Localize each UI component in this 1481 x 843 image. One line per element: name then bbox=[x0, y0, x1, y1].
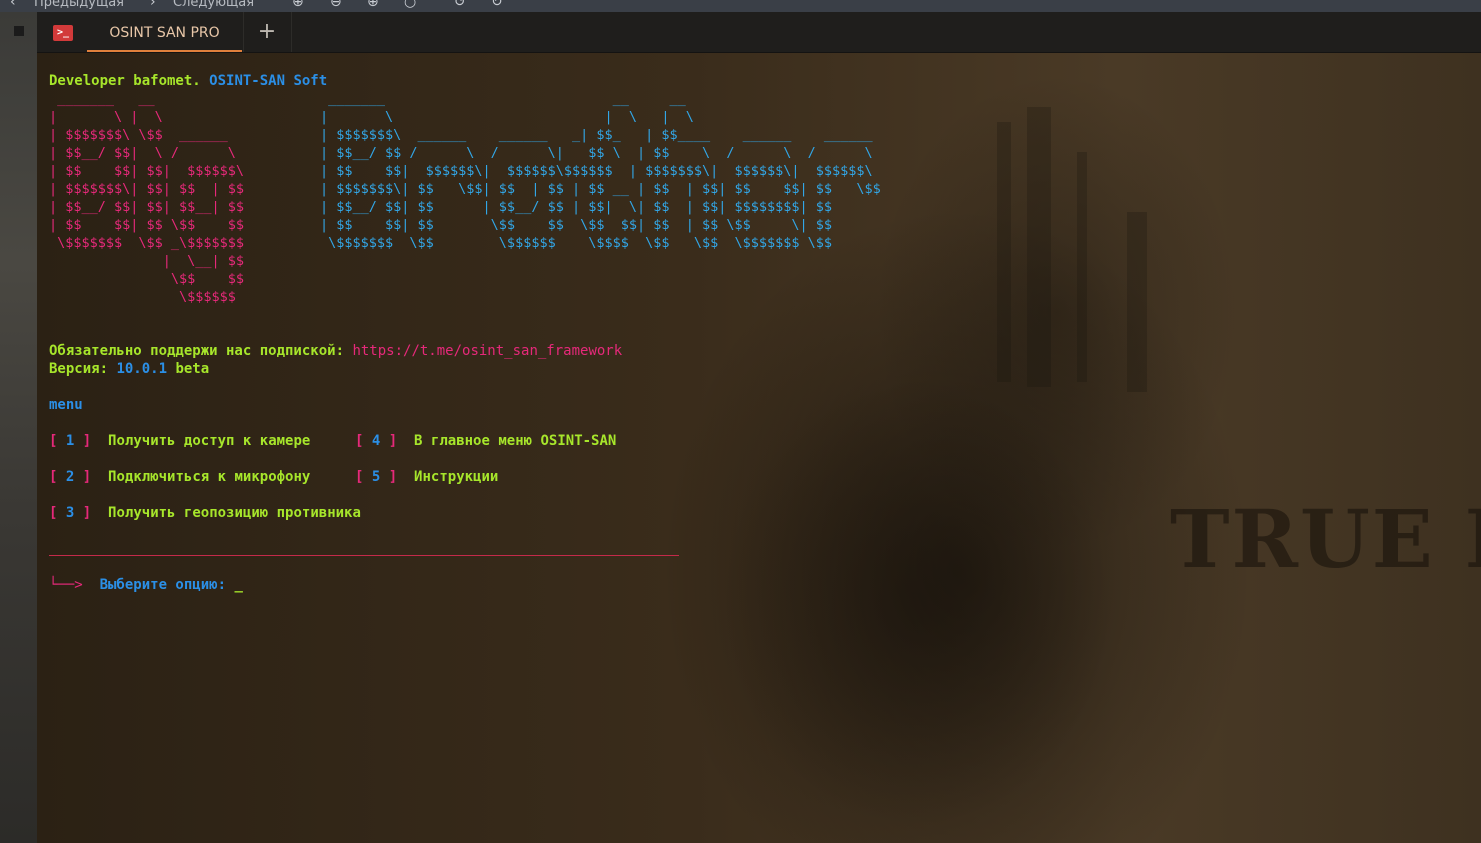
ascii-art-line: | $$__/ $$| \ / \ bbox=[49, 145, 236, 161]
menu-item-3[interactable]: [ 3 ] Получить геопозицию противника bbox=[49, 504, 361, 522]
ascii-art-line: _______ __ bbox=[49, 91, 155, 107]
ascii-art-line: | $$ $$| $$ \$$ $$ \$$ $$| $$ | $$ \$$ \… bbox=[320, 217, 833, 233]
ascii-art-line: | $$__/ $$ / \ / \| $$ \ | $$ \ / \ / \ bbox=[320, 145, 873, 161]
menu-divider bbox=[49, 555, 679, 556]
ascii-art-line: | $$$$$$$\ \$$ ______ bbox=[49, 127, 228, 143]
menu-title: menu bbox=[49, 397, 83, 413]
text-cursor[interactable]: _ bbox=[234, 577, 242, 593]
ascii-art-line: | $$ $$| $$| $$$$$$\ bbox=[49, 163, 245, 179]
version-number: 10.0.1 bbox=[116, 361, 168, 377]
support-colon: : bbox=[335, 343, 353, 359]
tab-bar: >_ OSINT SAN PRO + bbox=[37, 12, 1481, 53]
version-label: Версия: bbox=[49, 361, 117, 377]
menu-item-number: 2 bbox=[65, 469, 75, 485]
version-line: Версия: 10.0.1 beta bbox=[49, 360, 209, 378]
prompt-label: Выберите опцию: bbox=[99, 577, 227, 593]
ascii-art-line: | $$$$$$$\ ______ ______ _| $$_ | $$____… bbox=[320, 127, 873, 143]
tab-divider bbox=[243, 12, 244, 52]
menu-item-number: 1 bbox=[65, 433, 75, 449]
viewer-toolbar: ‹ Предыдущая › Следующая ⊕ ⊖ ⊕ ○ ↺ ↻ bbox=[0, 0, 1481, 12]
menu-item-number: 5 bbox=[371, 469, 381, 485]
tab-divider bbox=[291, 12, 292, 52]
bracket-close: ] bbox=[388, 469, 398, 485]
version-suffix: beta bbox=[167, 361, 210, 377]
menu-item-label: Инструкции bbox=[414, 469, 499, 485]
ascii-art-line: | $$ $$| $$$$$$\| $$$$$$\$$$$$$ | $$$$$$… bbox=[320, 163, 873, 179]
ascii-art-line: \$$$$$$$ \$$ _\$$$$$$$ bbox=[49, 235, 245, 251]
ascii-art-line: _______ __ __ bbox=[320, 91, 686, 107]
ascii-art-line: \$$$$$$$ \$$ \$$$$$$ \$$$$ \$$ \$$ \$$$$… bbox=[320, 235, 833, 251]
soft-label: OSINT-SAN Soft bbox=[209, 73, 328, 89]
background-portrait bbox=[637, 342, 1197, 843]
new-tab-button[interactable]: + bbox=[247, 12, 287, 52]
input-prompt[interactable]: └──> Выберите опцию: _ bbox=[49, 576, 243, 594]
support-line: Обязательно поддержи нас подпиской: http… bbox=[49, 342, 622, 360]
terminal-icon[interactable]: >_ bbox=[53, 25, 73, 41]
tab-osint-san-pro[interactable]: OSINT SAN PRO bbox=[87, 12, 242, 52]
bracket-close: ] bbox=[388, 433, 398, 449]
bracket-open: [ bbox=[49, 469, 58, 485]
ascii-art-line: | \__| $$ bbox=[49, 253, 245, 269]
menu-item-label: Получить доступ к камере bbox=[108, 433, 311, 449]
header-line: Developer bafomet. OSINT-SAN Soft bbox=[49, 72, 327, 90]
bracket-open: [ bbox=[49, 505, 58, 521]
ascii-art-line: | \ | \ bbox=[49, 109, 163, 125]
prompt-arrow: └──> bbox=[49, 577, 83, 593]
background-text: TRUE DE bbox=[1170, 492, 1481, 586]
menu-item-label: В главное меню OSINT-SAN bbox=[414, 433, 617, 449]
prev-button[interactable]: Предыдущая bbox=[34, 0, 124, 10]
menu-item-1[interactable]: [ 1 ] Получить доступ к камере bbox=[49, 432, 310, 450]
zoom-reset-icon[interactable]: ○ bbox=[404, 0, 416, 10]
bracket-close: ] bbox=[82, 469, 92, 485]
menu-item-label: Получить геопозицию противника bbox=[108, 505, 361, 521]
terminal-window[interactable]: TRUE DE >_ OSINT SAN PRO + Developer baf… bbox=[37, 12, 1481, 843]
ascii-art-line: \$$$$$$ bbox=[49, 289, 236, 305]
menu-item-5[interactable]: [ 5 ] Инструкции bbox=[355, 468, 498, 486]
bracket-open: [ bbox=[355, 469, 364, 485]
ascii-art-line: \$$ $$ bbox=[49, 271, 245, 287]
menu-item-2[interactable]: [ 2 ] Подключиться к микрофону bbox=[49, 468, 310, 486]
zoom-out-icon[interactable]: ⊖ bbox=[330, 0, 342, 10]
ascii-art-line: | $$ $$| $$ \$$ $$ bbox=[49, 217, 245, 233]
menu-item-number: 4 bbox=[371, 433, 381, 449]
left-gutter bbox=[0, 12, 37, 843]
ascii-art-line: | $$__/ $$| $$| $$__| $$ bbox=[49, 199, 245, 215]
developer-label: Developer bafomet. bbox=[49, 73, 210, 89]
bracket-close: ] bbox=[82, 505, 92, 521]
rotate-left-icon[interactable]: ↺ bbox=[454, 0, 466, 10]
bracket-open: [ bbox=[49, 433, 58, 449]
rotate-right-icon[interactable]: ↻ bbox=[491, 0, 503, 10]
bracket-open: [ bbox=[355, 433, 364, 449]
chevron-right-icon[interactable]: › bbox=[150, 0, 156, 10]
next-button[interactable]: Следующая bbox=[173, 0, 254, 10]
ascii-art-line: | $$$$$$$\| $$ \$$| $$ | $$ | $$ __ | $$… bbox=[320, 181, 881, 197]
support-label: Обязательно поддержи нас подпиской bbox=[49, 343, 336, 359]
ascii-art-line: | $$__/ $$| $$ | $$__/ $$ | $$| \| $$ | … bbox=[320, 199, 833, 215]
zoom-fit-icon[interactable]: ⊕ bbox=[367, 0, 379, 10]
chevron-left-icon[interactable]: ‹ bbox=[10, 0, 16, 10]
menu-item-4[interactable]: [ 4 ] В главное меню OSINT-SAN bbox=[355, 432, 616, 450]
ascii-art-line: | \ | \ | \ bbox=[320, 109, 694, 125]
gutter-marker bbox=[14, 26, 24, 36]
bracket-close: ] bbox=[82, 433, 92, 449]
telegram-link[interactable]: https://t.me/osint_san_framework bbox=[352, 343, 622, 359]
menu-item-number: 3 bbox=[65, 505, 75, 521]
menu-item-label: Подключиться к микрофону bbox=[108, 469, 311, 485]
ascii-art-line: | $$$$$$$\| $$| $$ | $$ bbox=[49, 181, 245, 197]
zoom-in-icon[interactable]: ⊕ bbox=[292, 0, 304, 10]
